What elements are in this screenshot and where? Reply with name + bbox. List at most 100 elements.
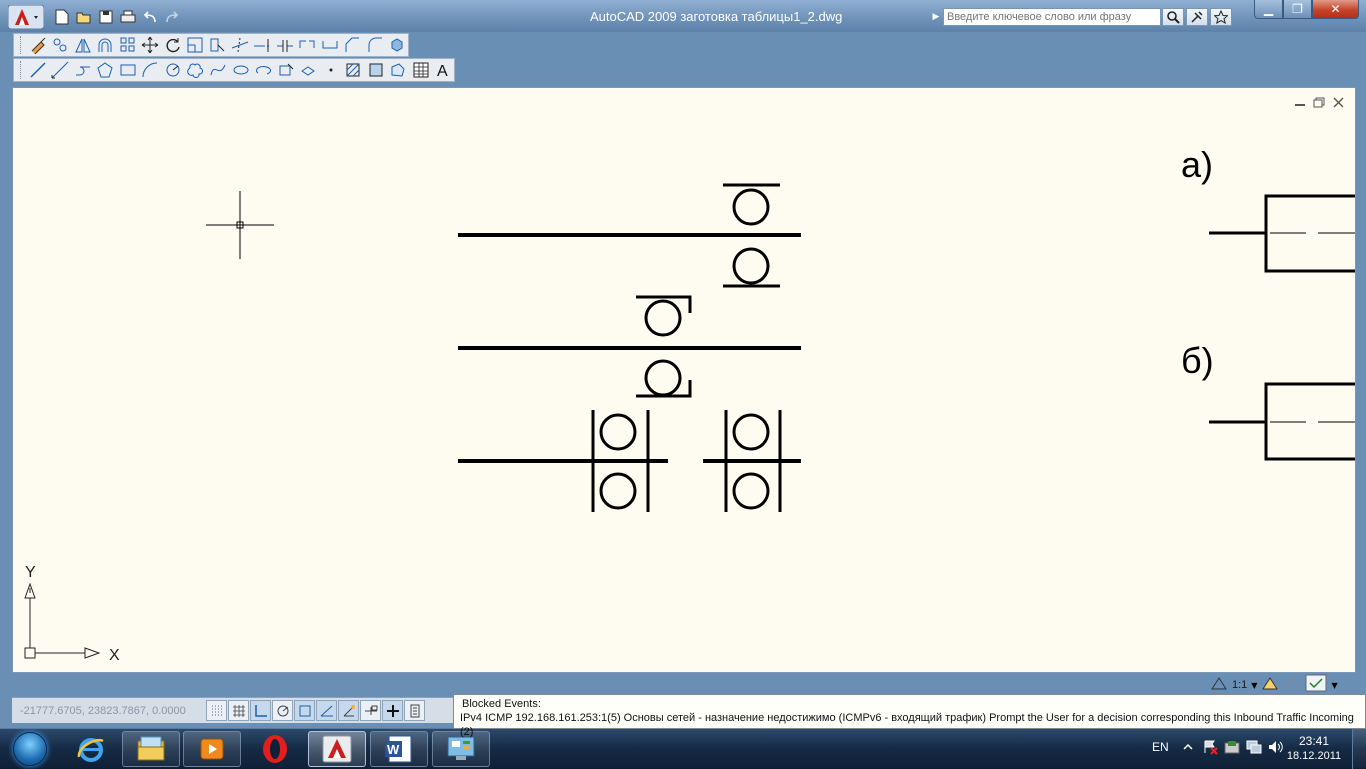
make-block-icon[interactable]	[297, 60, 319, 80]
symbol-row-1	[458, 183, 801, 288]
extend-icon[interactable]	[252, 35, 273, 55]
minimize-button[interactable]: ▁	[1254, 0, 1283, 19]
svg-text:A: A	[437, 63, 448, 79]
windows-logo-icon	[13, 732, 47, 766]
ucs-icon	[24, 582, 101, 659]
minimize-icon: ▁	[1263, 2, 1274, 16]
ortho-mode-icon[interactable]	[250, 700, 271, 721]
arc-icon[interactable]	[140, 60, 162, 80]
annotation-scale-icon[interactable]	[1210, 675, 1228, 695]
tray-expand-icon[interactable]	[1180, 739, 1196, 755]
spline-icon[interactable]	[207, 60, 229, 80]
insert-block-icon[interactable]	[275, 60, 297, 80]
ellipse-arc-icon[interactable]	[252, 60, 274, 80]
workspace-icon[interactable]	[1305, 674, 1327, 696]
network-icon[interactable]	[1246, 739, 1262, 755]
lineweight-icon[interactable]	[382, 700, 403, 721]
maximize-button[interactable]: ❐	[1283, 0, 1312, 19]
revision-cloud-icon[interactable]	[185, 60, 207, 80]
dynamic-input-icon[interactable]	[360, 700, 381, 721]
region-icon[interactable]	[387, 60, 409, 80]
object-snap-icon[interactable]	[294, 700, 315, 721]
taskbar-internet-explorer[interactable]	[62, 731, 120, 767]
firewall-icon[interactable]	[1224, 739, 1240, 755]
language-indicator[interactable]: EN	[1152, 740, 1169, 754]
snap-mode-icon[interactable]	[206, 700, 227, 721]
chamfer-icon[interactable]	[342, 35, 363, 55]
taskbar-opera[interactable]	[246, 731, 304, 767]
quick-properties-icon[interactable]	[404, 700, 425, 721]
drafting-settings	[206, 700, 425, 721]
ellipse-icon[interactable]	[230, 60, 252, 80]
table-icon[interactable]	[410, 60, 432, 80]
hatch-icon[interactable]	[342, 60, 364, 80]
open-icon[interactable]	[74, 8, 94, 26]
break-icon[interactable]	[297, 35, 318, 55]
communication-center-button[interactable]	[1186, 8, 1208, 26]
grid-display-icon[interactable]	[228, 700, 249, 721]
trim-icon[interactable]	[229, 35, 250, 55]
move-icon[interactable]	[139, 35, 160, 55]
toolbar-grip[interactable]	[20, 61, 23, 79]
media-player-icon	[200, 738, 224, 760]
taskbar-word[interactable]: W	[370, 731, 428, 767]
coordinate-display[interactable]: -21777.6705, 23823.7867, 0.0000	[20, 705, 186, 717]
rectangle-icon[interactable]	[117, 60, 139, 80]
dynamic-ucs-icon[interactable]	[338, 700, 359, 721]
taskbar-autocad[interactable]	[308, 731, 366, 767]
scale-dropdown-icon[interactable]: ▼	[1251, 681, 1257, 690]
point-icon[interactable]	[320, 60, 342, 80]
opera-icon	[263, 735, 287, 763]
polygon-icon[interactable]	[95, 60, 117, 80]
explorer-icon	[137, 736, 165, 761]
close-button[interactable]: ✕	[1312, 0, 1359, 19]
notification-message: IPv4 ICMP 192.168.161.253:1(5) Основы се…	[460, 712, 1354, 738]
polyline-icon[interactable]	[72, 60, 94, 80]
offset-icon[interactable]	[94, 35, 115, 55]
drawing-area[interactable]: а) б) Y X	[12, 87, 1356, 673]
explode-icon[interactable]	[386, 35, 407, 55]
line-icon[interactable]	[27, 60, 49, 80]
toolbar-grip[interactable]	[20, 36, 23, 54]
save-icon[interactable]	[96, 8, 116, 26]
break-at-point-icon[interactable]	[274, 35, 295, 55]
window-controls: ▁ ❐ ✕	[1254, 0, 1359, 20]
copy-icon[interactable]	[49, 35, 70, 55]
rotate-icon[interactable]	[162, 35, 183, 55]
statusbar-menu-icon[interactable]: ▼	[1331, 681, 1337, 690]
detail-b	[1209, 382, 1355, 461]
redo-icon[interactable]	[162, 8, 182, 26]
annotation-visibility-icon[interactable]	[1261, 675, 1279, 695]
erase-icon[interactable]	[27, 35, 48, 55]
start-button[interactable]	[3, 730, 57, 768]
auto-scale-icon[interactable]	[1283, 675, 1301, 695]
array-icon[interactable]	[117, 35, 138, 55]
application-menu-button[interactable]	[7, 4, 45, 30]
gradient-icon[interactable]	[365, 60, 387, 80]
expand-icon[interactable]: ▶	[930, 9, 942, 25]
polar-tracking-icon[interactable]	[272, 700, 293, 721]
search-button[interactable]	[1162, 8, 1184, 26]
taskbar-explorer[interactable]	[122, 731, 180, 767]
infocenter: ▶	[930, 7, 1246, 27]
plot-icon[interactable]	[118, 8, 138, 26]
mirror-icon[interactable]	[72, 35, 93, 55]
new-icon[interactable]	[52, 8, 72, 26]
notification-title: Blocked Events:	[462, 698, 541, 710]
multiline-text-icon[interactable]: A	[433, 60, 455, 80]
join-icon[interactable]	[319, 35, 340, 55]
construction-line-icon[interactable]	[49, 60, 71, 80]
fillet-icon[interactable]	[364, 35, 385, 55]
search-input[interactable]	[943, 8, 1161, 26]
close-icon: ✕	[1330, 2, 1341, 16]
favorites-button[interactable]	[1210, 8, 1232, 26]
action-center-icon[interactable]	[1202, 739, 1218, 755]
taskbar-media-player[interactable]	[183, 731, 241, 767]
annotation-scale[interactable]: 1:1	[1232, 679, 1247, 691]
blocked-events-notification[interactable]: Blocked Events: IPv4 ICMP 192.168.161.25…	[453, 694, 1366, 738]
object-snap-tracking-icon[interactable]	[316, 700, 337, 721]
circle-icon[interactable]	[162, 60, 184, 80]
stretch-icon[interactable]	[207, 35, 228, 55]
scale-icon[interactable]	[184, 35, 205, 55]
undo-icon[interactable]	[140, 8, 160, 26]
